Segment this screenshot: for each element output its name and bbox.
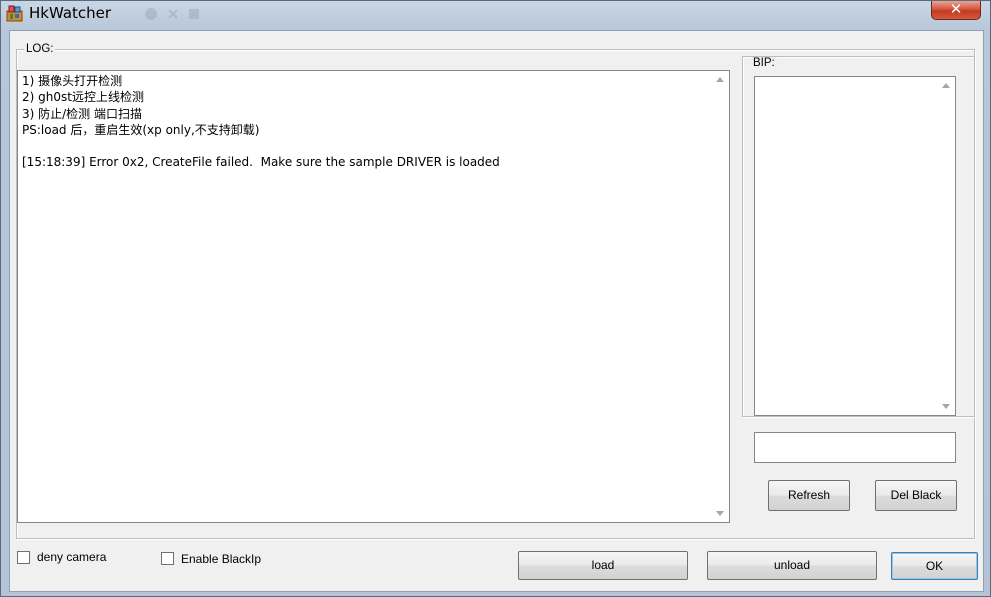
log-line: [15:18:39] Error 0x2, CreateFile failed.… xyxy=(22,155,500,170)
scroll-up-icon[interactable] xyxy=(716,77,724,82)
title-bar[interactable]: HkWatcher ✕ xyxy=(1,1,990,28)
titlebar-faded-icons xyxy=(145,8,199,20)
deny-camera-checkbox[interactable] xyxy=(17,551,30,564)
scroll-up-icon[interactable] xyxy=(942,83,950,88)
log-group-label: LOG: xyxy=(24,43,56,56)
load-button[interactable]: load xyxy=(518,551,688,580)
close-button[interactable]: ✕ xyxy=(931,1,981,20)
scroll-down-icon[interactable] xyxy=(716,511,724,516)
unload-button[interactable]: unload xyxy=(707,551,877,580)
app-window: HkWatcher ✕ LOG: 1) 摄像头打开检测 2) gh0st远控上线检… xyxy=(0,0,991,597)
deny-camera-label[interactable]: deny camera xyxy=(37,550,106,564)
del-black-button[interactable]: Del Black xyxy=(875,480,957,511)
enable-blackip-label[interactable]: Enable BlackIp xyxy=(181,552,261,566)
log-line: 1) 摄像头打开检测 xyxy=(22,74,123,88)
log-line: 2) gh0st远控上线检测 xyxy=(22,90,144,105)
bip-listbox[interactable] xyxy=(754,76,956,416)
log-line: PS:load 后，重启生效(xp only,不支持卸载) xyxy=(22,122,260,137)
bip-scrollbar[interactable] xyxy=(938,77,955,415)
app-icon xyxy=(6,5,23,22)
close-icon: ✕ xyxy=(949,1,963,18)
refresh-button[interactable]: Refresh xyxy=(768,480,850,511)
ok-button[interactable]: OK xyxy=(891,552,978,580)
window-title: HkWatcher xyxy=(29,4,112,22)
log-text: 1) 摄像头打开检测 2) gh0st远控上线检测 3) 防止/检测 端口扫描 PS:… xyxy=(22,73,709,171)
client-area: LOG: 1) 摄像头打开检测 2) gh0st远控上线检测 3) 防止/检测 端口… xyxy=(9,30,984,592)
log-line: 3) 防止/检测 端口扫描 xyxy=(22,106,142,121)
log-textarea[interactable]: 1) 摄像头打开检测 2) gh0st远控上线检测 3) 防止/检测 端口扫描 PS:… xyxy=(17,70,730,523)
log-scrollbar[interactable] xyxy=(712,71,729,522)
bip-group-label: BIP: xyxy=(751,57,777,70)
bip-input[interactable] xyxy=(754,432,956,463)
scroll-down-icon[interactable] xyxy=(942,404,950,409)
enable-blackip-checkbox[interactable] xyxy=(161,552,174,565)
